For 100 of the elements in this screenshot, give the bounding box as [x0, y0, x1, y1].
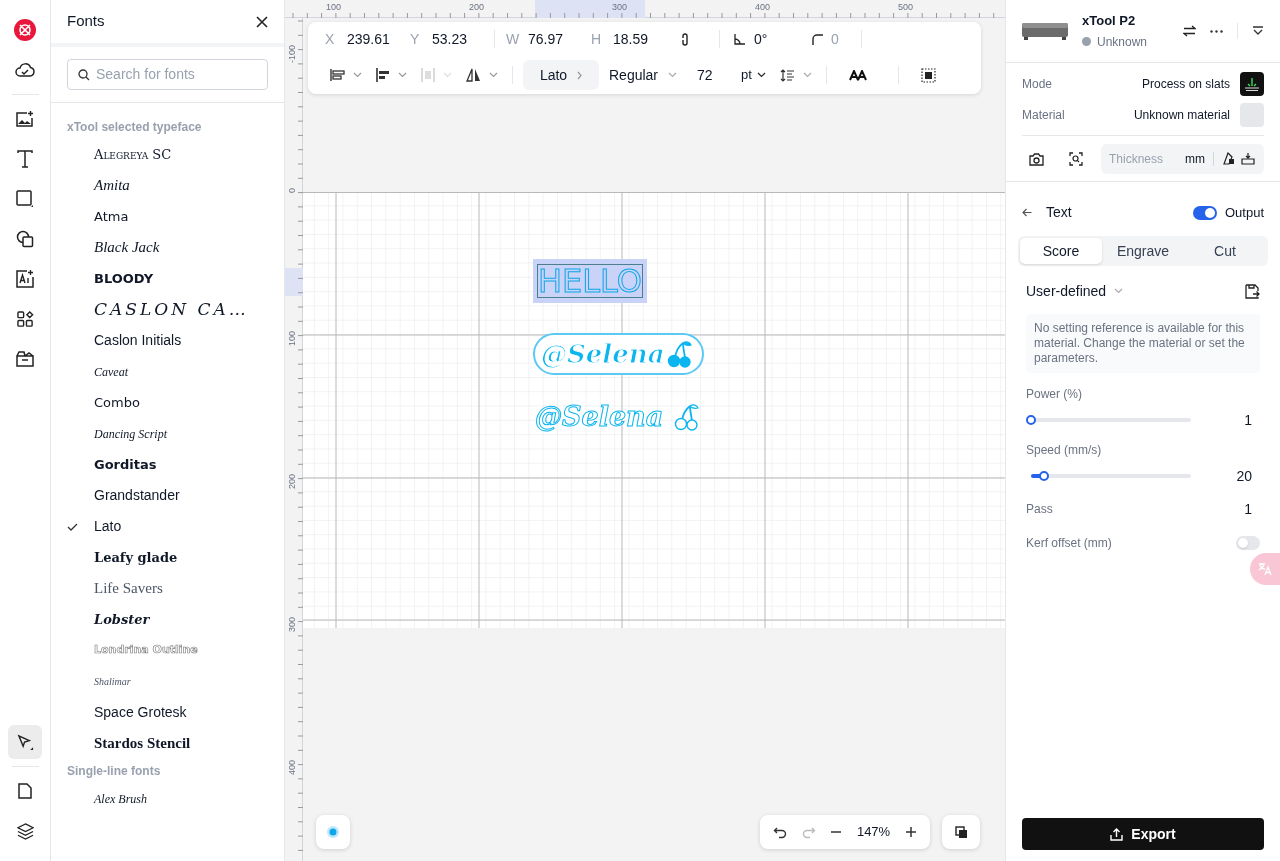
setting-label: Mode: [1022, 76, 1054, 93]
status-indicator-button[interactable]: [316, 815, 350, 849]
copy-icon: [954, 825, 968, 839]
machine-icon: [1022, 21, 1068, 41]
copy-button[interactable]: [942, 815, 980, 849]
slider-value[interactable]: 1: [1196, 409, 1252, 431]
font-option[interactable]: Combo: [94, 392, 140, 413]
export-icon: [1110, 827, 1124, 841]
swap-icon[interactable]: [1183, 25, 1196, 37]
ruler-label: -100: [286, 45, 298, 63]
unit-dropdown[interactable]: pt: [741, 65, 752, 85]
pass-value[interactable]: 1: [1244, 498, 1252, 520]
select-all-icon[interactable]: [920, 67, 936, 83]
logo-icon[interactable]: [14, 19, 36, 41]
dropdown-icon[interactable]: [1252, 26, 1264, 36]
font-option[interactable]: Alegreya SC: [94, 144, 172, 165]
back-arrow-icon[interactable]: [1022, 208, 1032, 217]
font-option[interactable]: Caslon Initials: [94, 330, 182, 351]
rectangle-icon: [16, 190, 34, 208]
font-option[interactable]: Dancing Script: [94, 424, 167, 443]
font-option[interactable]: Black Jack: [94, 236, 160, 259]
font-option[interactable]: CASLON CA…: [94, 296, 249, 323]
font-button[interactable]: Lato: [523, 60, 599, 90]
preset-dropdown[interactable]: User-defined: [1026, 280, 1107, 302]
font-option[interactable]: Space Grotesk: [94, 702, 187, 723]
save-preset-icon[interactable]: [1245, 283, 1260, 299]
camera-icon[interactable]: [1029, 151, 1044, 166]
font-option[interactable]: Stardos Stencil: [94, 732, 191, 755]
setting-value[interactable]: Process on slats: [1141, 75, 1230, 93]
translate-icon: [1258, 562, 1272, 576]
font-option[interactable]: Alex Brush: [94, 789, 147, 808]
search-field[interactable]: Search for fonts: [96, 64, 257, 85]
font-option[interactable]: Atma: [94, 206, 129, 227]
page-icon[interactable]: [18, 783, 32, 799]
ruler-label: 100: [286, 331, 298, 347]
flip-icon[interactable]: [466, 68, 481, 82]
value-field[interactable]: 53.23: [432, 28, 494, 50]
value-field[interactable]: 239.61: [347, 28, 409, 50]
setting-label: Material: [1022, 107, 1066, 124]
ruler-label: 100: [326, 1, 342, 14]
measure-icon[interactable]: [1222, 152, 1235, 165]
value-field[interactable]: 76.97: [528, 28, 590, 50]
auto-focus-icon[interactable]: [1241, 152, 1255, 165]
undo-icon[interactable]: [773, 825, 788, 839]
process-tab[interactable]: Engrave: [1102, 238, 1184, 264]
slider-label: Power (%): [1026, 386, 1083, 403]
setting-value[interactable]: Unknown material: [1133, 106, 1230, 124]
mode-icon[interactable]: [1240, 72, 1264, 96]
font-option[interactable]: Lato: [94, 516, 122, 537]
field-label: Y: [410, 29, 421, 49]
process-tab[interactable]: Score: [1020, 238, 1102, 264]
export-button[interactable]: Export: [1022, 818, 1264, 850]
weight-dropdown[interactable]: Regular: [609, 64, 659, 86]
ruler-label: 0: [286, 188, 298, 193]
slider-thumb[interactable]: [1038, 471, 1049, 481]
align-icon[interactable]: [330, 68, 345, 82]
chevron-down-icon[interactable]: [756, 72, 766, 78]
align-left-icon[interactable]: [376, 68, 390, 82]
material-swatch[interactable]: [1240, 103, 1264, 127]
notice-message: No setting reference is available for this material. Change the material or set the parameters.: [1026, 314, 1260, 373]
search-box[interactable]: Search for fonts: [67, 59, 268, 90]
kerf-toggle[interactable]: [1236, 536, 1260, 550]
tool-button[interactable]: [8, 725, 42, 759]
output-toggle[interactable]: [1192, 205, 1217, 220]
slider-thumb[interactable]: [1026, 415, 1036, 425]
line-spacing-icon[interactable]: [779, 68, 795, 82]
field-label: H: [591, 29, 603, 49]
apps-icon: [16, 310, 34, 328]
thickness-box[interactable]: Thickness mm: [1101, 143, 1264, 174]
cloud-check-icon[interactable]: [15, 62, 35, 78]
font-option[interactable]: Caveat: [94, 362, 128, 381]
ruler-label: 400: [755, 1, 771, 14]
font-option[interactable]: Amita: [94, 174, 130, 197]
link-icon[interactable]: [681, 32, 689, 46]
process-tab[interactable]: Cut: [1184, 238, 1266, 264]
font-option[interactable]: Leafy glade: [94, 547, 178, 568]
font-size-icon[interactable]: [848, 69, 868, 81]
more-icon[interactable]: [1210, 29, 1223, 33]
font-option[interactable]: Shalimar: [94, 674, 131, 689]
ruler-label: 300: [612, 1, 628, 14]
thickness-field[interactable]: Thickness: [1109, 149, 1179, 168]
slider-label: Speed (mm/s): [1026, 442, 1103, 459]
font-option[interactable]: BLOODY: [94, 268, 154, 289]
scan-icon[interactable]: [1069, 151, 1083, 166]
font-option[interactable]: Londrina Outline: [94, 642, 198, 659]
size-field[interactable]: 72: [697, 64, 742, 86]
zoom-in-icon[interactable]: [904, 826, 917, 838]
ruler-label: 300: [286, 617, 298, 633]
font-option[interactable]: Grandstander: [94, 485, 180, 506]
slider-value[interactable]: 20: [1196, 465, 1252, 487]
search-icon: [78, 68, 90, 81]
font-option[interactable]: Gorditas: [94, 454, 157, 475]
font-option[interactable]: Life Savers: [94, 577, 163, 600]
value-field[interactable]: 18.59: [613, 28, 675, 50]
value-field[interactable]: 0°: [754, 28, 812, 50]
close-icon[interactable]: [256, 15, 268, 28]
font-option[interactable]: Lobster: [94, 609, 150, 630]
ruler-label: 200: [286, 474, 298, 490]
unit-label: mm: [1185, 150, 1205, 168]
layers-icon[interactable]: [16, 822, 34, 840]
